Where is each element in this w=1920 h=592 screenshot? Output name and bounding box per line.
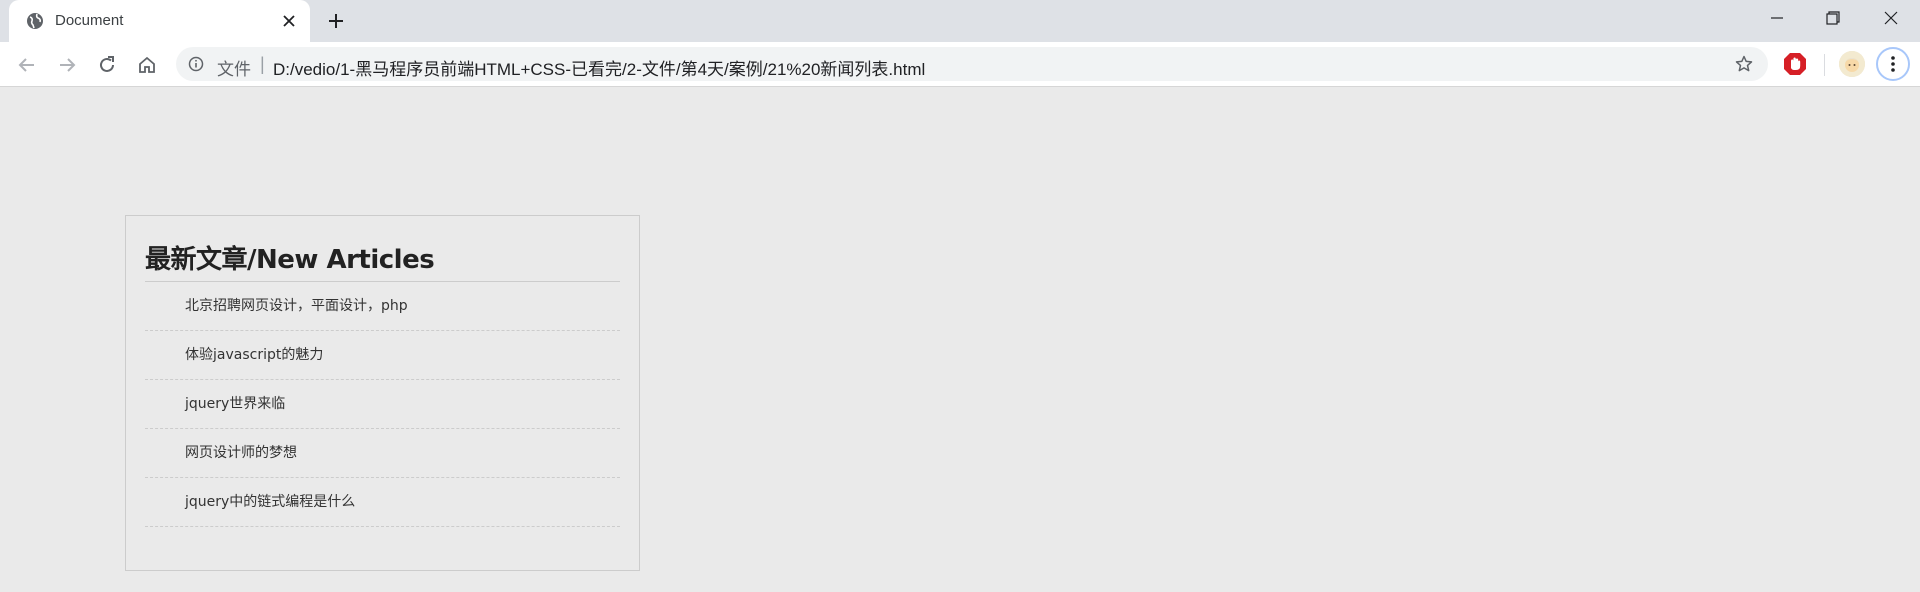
tab-strip: Document [0, 0, 1920, 42]
tab-title: Document [55, 12, 124, 29]
address-bar[interactable]: 文件 | D:/vedio/1-黑马程序员前端HTML+CSS-已看完/2-文件… [176, 47, 1768, 81]
list-item: jquery世界来临 [145, 380, 620, 429]
file-scheme-label: 文件 [217, 60, 251, 79]
list-item: jquery中的链式编程是什么 [145, 478, 620, 527]
browser-tab[interactable]: Document [9, 0, 310, 42]
avatar-image [1839, 51, 1865, 77]
adblock-extension-icon[interactable] [1782, 51, 1808, 77]
list-item: 北京招聘网页设计，平面设计，php [145, 282, 620, 331]
profile-avatar[interactable] [1839, 51, 1865, 77]
info-icon[interactable] [188, 56, 204, 72]
browser-toolbar: 文件 | D:/vedio/1-黑马程序员前端HTML+CSS-已看完/2-文件… [0, 42, 1920, 87]
menu-button[interactable] [1876, 47, 1910, 81]
home-icon[interactable] [136, 54, 158, 76]
globe-icon [27, 13, 43, 29]
news-list: 北京招聘网页设计，平面设计，php 体验javascript的魅力 jquery… [145, 282, 620, 527]
toolbar-divider [1824, 54, 1825, 76]
restore-icon[interactable] [1824, 9, 1842, 27]
more-vertical-icon [1891, 56, 1895, 72]
back-icon[interactable] [16, 54, 38, 76]
list-item: 体验javascript的魅力 [145, 331, 620, 380]
reload-icon[interactable] [96, 54, 118, 76]
forward-icon[interactable] [56, 54, 78, 76]
article-link[interactable]: 北京招聘网页设计，平面设计，php [185, 298, 408, 314]
page-viewport: 最新文章/New Articles 北京招聘网页设计，平面设计，php 体验ja… [0, 88, 1920, 592]
news-box: 最新文章/New Articles 北京招聘网页设计，平面设计，php 体验ja… [125, 215, 640, 571]
url-text[interactable]: D:/vedio/1-黑马程序员前端HTML+CSS-已看完/2-文件/第4天/… [273, 55, 925, 80]
news-box-title: 最新文章/New Articles [145, 242, 620, 282]
minimize-icon[interactable] [1768, 9, 1786, 27]
close-window-icon[interactable] [1882, 9, 1900, 27]
new-tab-icon[interactable] [326, 11, 346, 31]
bookmark-star-icon[interactable] [1734, 54, 1754, 74]
list-item: 网页设计师的梦想 [145, 429, 620, 478]
close-tab-icon[interactable] [281, 13, 297, 29]
article-link[interactable]: jquery世界来临 [185, 396, 285, 412]
article-link[interactable]: jquery中的链式编程是什么 [185, 494, 355, 510]
article-link[interactable]: 体验javascript的魅力 [185, 347, 323, 363]
article-link[interactable]: 网页设计师的梦想 [185, 445, 297, 461]
omnibox-separator: | [260, 54, 265, 74]
